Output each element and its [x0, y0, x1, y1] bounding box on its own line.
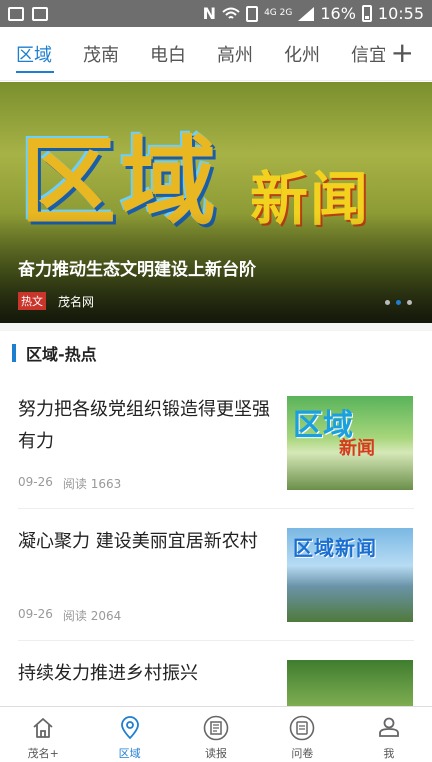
tab-xinyi[interactable]: 信宜: [335, 27, 385, 81]
battery-icon: [361, 5, 372, 22]
article-title: 凝心聚力 建设美丽宜居新农村: [18, 531, 258, 552]
article-reads: 阅读 2064: [62, 609, 122, 623]
location-pin-icon: [117, 715, 143, 741]
region-tabs: 区域 茂南 电白 高州 化州 信宜 +: [0, 27, 432, 81]
tab-maonan[interactable]: 茂南: [67, 27, 134, 81]
article-item[interactable]: 努力把各级党组织锻造得更坚强有力 09-26 阅读 1663 区域 新闻: [0, 380, 432, 509]
carousel-dot-active[interactable]: [396, 300, 401, 305]
article-item[interactable]: 凝心聚力 建设美丽宜居新农村 09-26 阅读 2064 区域新闻: [0, 512, 432, 641]
article-meta: 09-26 阅读 2064: [18, 607, 121, 624]
section-title: 区域-热点: [26, 345, 97, 364]
nav-label: 问卷: [291, 747, 314, 760]
nav-item-quyu[interactable]: 区域: [86, 707, 172, 762]
article-thumbnail: 区域新闻: [287, 528, 413, 622]
bottom-nav: 茂名+ 区域 读报 问卷 我: [0, 706, 432, 762]
featured-banner[interactable]: 区域 新闻 奋力推动生态文明建设上新台阶 热文 茂名网: [0, 82, 432, 323]
article-date: 09-26: [18, 607, 53, 621]
banner-source: 茂名网: [58, 294, 95, 309]
newspaper-icon: [203, 715, 229, 741]
user-icon: [376, 715, 402, 741]
banner-title: 奋力推动生态文明建设上新台阶: [18, 260, 256, 280]
nav-label: 茂名+: [27, 747, 59, 760]
signal-icon: [298, 6, 315, 21]
article-date: 09-26: [18, 475, 53, 489]
tab-label: 茂南: [83, 44, 119, 66]
tab-label: 化州: [284, 44, 320, 66]
tab-quyu[interactable]: 区域: [0, 27, 67, 81]
tab-label: 高州: [217, 44, 253, 66]
thumbnail-text: 区域新闻: [293, 536, 377, 560]
gallery-notification-icon: [8, 6, 24, 21]
thumbnail-text: 新闻: [339, 438, 375, 459]
network-type: 4G 2G: [264, 8, 293, 18]
hot-tag-badge: 热文: [18, 292, 46, 310]
wifi-icon: [222, 7, 240, 19]
tab-label: 信宜: [351, 44, 385, 66]
carousel-dot[interactable]: [385, 300, 390, 305]
nav-item-wenjuan[interactable]: 问卷: [259, 707, 345, 762]
tab-dianbai[interactable]: 电白: [134, 27, 201, 81]
tab-huazhou[interactable]: 化州: [268, 27, 335, 81]
status-bar: N 4G 2G 16% 10:55: [0, 0, 432, 27]
article-title: 努力把各级党组织锻造得更坚强有力: [18, 399, 270, 452]
article-reads: 阅读 1663: [62, 477, 122, 491]
article-meta: 09-26 阅读 1663: [18, 475, 121, 492]
carousel-dots: [385, 300, 412, 305]
clock-time: 10:55: [377, 4, 424, 23]
article-separator: [18, 640, 414, 641]
tab-label: 电白: [150, 44, 186, 66]
tab-gaozhou[interactable]: 高州: [201, 27, 268, 81]
article-item[interactable]: 持续发力推进乡村振兴: [0, 644, 432, 706]
nav-label: 读报: [205, 747, 228, 760]
nav-item-maoming-plus[interactable]: 茂名+: [0, 707, 86, 762]
tab-label: 区域: [16, 44, 52, 66]
nfc-icon: N: [202, 4, 217, 23]
add-tab-button[interactable]: +: [391, 35, 414, 71]
status-right: N 4G 2G 16% 10:55: [203, 4, 424, 23]
article-title: 持续发力推进乡村振兴: [18, 663, 198, 684]
battery-percent: 16%: [320, 4, 356, 23]
article-thumbnail: 区域 新闻: [287, 396, 413, 490]
nav-label: 我: [383, 747, 395, 760]
banner-meta: 热文 茂名网: [18, 292, 94, 310]
nav-label: 区域: [118, 747, 141, 760]
section-divider: [0, 323, 432, 331]
file-notification-icon: [32, 6, 48, 21]
section-header: 区域-热点: [12, 342, 97, 364]
nav-item-me[interactable]: 我: [346, 707, 432, 762]
article-separator: [18, 508, 414, 509]
article-thumbnail: [287, 660, 413, 706]
nav-item-dubao[interactable]: 读报: [173, 707, 259, 762]
status-left: [8, 6, 48, 21]
carousel-dot[interactable]: [407, 300, 412, 305]
survey-icon: [289, 715, 315, 741]
home-icon: [30, 715, 56, 741]
sim-icon: [246, 5, 259, 22]
section-accent-bar: [12, 344, 16, 362]
